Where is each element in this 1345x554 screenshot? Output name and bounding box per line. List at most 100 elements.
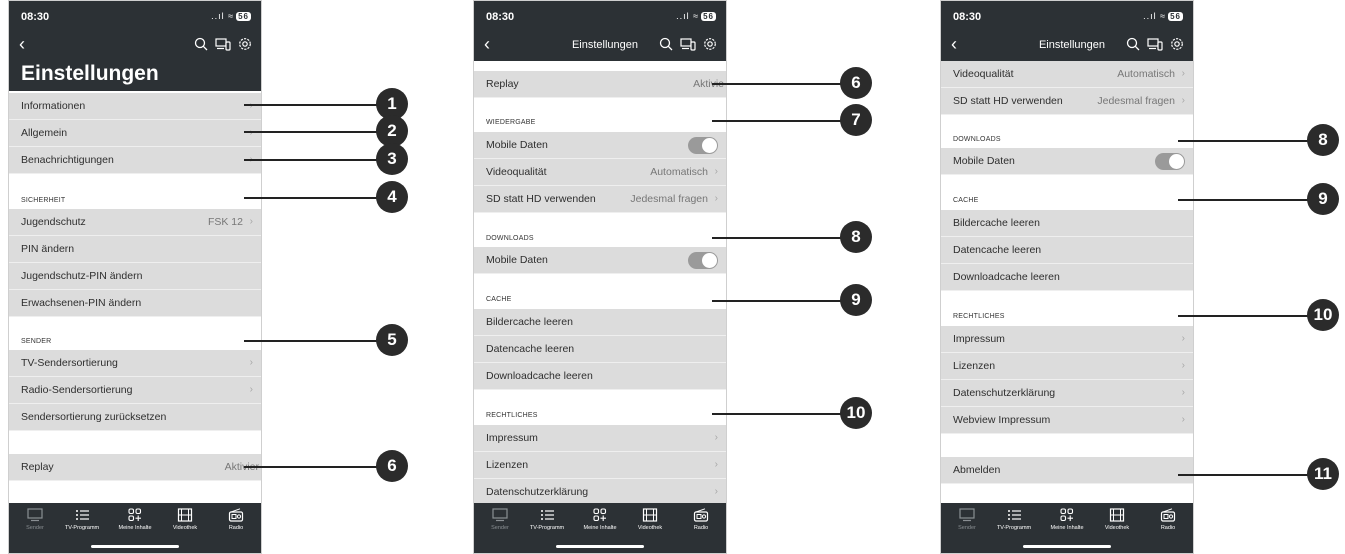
tab-label: Meine Inhalte (1050, 525, 1084, 531)
settings-item-datencache[interactable]: Datencache leeren (474, 336, 726, 363)
settings-item-abmelden[interactable]: Abmelden (941, 457, 1193, 484)
settings-item-radio-sendersortierung[interactable]: Radio-Sendersortierung › (9, 377, 261, 404)
settings-item-webview-impressum[interactable]: Webview Impressum › (941, 407, 1193, 434)
chevron-right-icon: › (714, 459, 718, 470)
tab-videothek[interactable]: Videothek (163, 508, 207, 531)
tab-tv-programm[interactable]: TV-Programm (525, 508, 569, 531)
settings-item-sd-statt-hd[interactable]: SD statt HD verwenden Jedesmal fragen › (474, 186, 726, 213)
devices-icon[interactable] (215, 36, 231, 52)
settings-item-downloads-mobile-daten[interactable]: Mobile Daten (474, 247, 726, 274)
settings-item-datenschutz[interactable]: Datenschutzerklärung › (474, 479, 726, 506)
settings-item-sd-statt-hd[interactable]: SD statt HD verwenden Jedesmal fragen › (941, 88, 1193, 115)
signal-icon: ..ıl (1143, 11, 1157, 21)
status-bar: 08:30 ..ıl ≈56 (9, 1, 261, 29)
tab-meine-inhalte[interactable]: Meine Inhalte (113, 508, 157, 531)
downloads-mobile-daten-toggle[interactable] (688, 252, 718, 269)
settings-item-tv-sendersortierung[interactable]: TV-Sendersortierung › (9, 350, 261, 377)
gear-icon[interactable] (702, 36, 718, 52)
callout-badge-3: 3 (376, 143, 408, 175)
settings-item-jugendschutz[interactable]: Jugendschutz FSK 12 › (9, 209, 261, 236)
settings-item-datenschutz[interactable]: Datenschutzerklärung › (941, 380, 1193, 407)
tab-radio[interactable]: Radio (679, 508, 723, 531)
chevron-right-icon: › (1181, 333, 1185, 344)
settings-item-datencache[interactable]: Datencache leeren (941, 237, 1193, 264)
devices-icon[interactable] (680, 36, 696, 52)
chevron-right-icon: › (1181, 95, 1185, 106)
settings-item-mobile-daten[interactable]: Mobile Daten (474, 132, 726, 159)
tab-meine-inhalte[interactable]: Meine Inhalte (578, 508, 622, 531)
settings-item-benachrichtigungen[interactable]: Benachrichtigungen› (9, 147, 261, 174)
gear-icon[interactable] (237, 36, 253, 52)
chevron-right-icon: › (714, 486, 718, 497)
tab-sender[interactable]: Sender (13, 508, 57, 531)
search-icon[interactable] (658, 36, 674, 52)
section-label-wiedergabe: WIEDERGABE (486, 119, 536, 126)
settings-item-label: Datenschutzerklärung (953, 387, 1056, 399)
settings-item-videoqualitaet[interactable]: Videoqualität Automatisch › (474, 159, 726, 186)
settings-item-value: Jedesmal fragen (1097, 95, 1175, 107)
status-bar: 08:30 ..ıl ≈56 (941, 1, 1193, 29)
tab-tv-programm[interactable]: TV-Programm (992, 508, 1036, 531)
back-icon[interactable]: ‹ (19, 35, 25, 53)
tab-radio[interactable]: Radio (1146, 508, 1190, 531)
settings-item-downloads-mobile-daten[interactable]: Mobile Daten (941, 148, 1193, 175)
callout-badge-4: 4 (376, 181, 408, 213)
gear-icon[interactable] (1169, 36, 1185, 52)
settings-item-informationen[interactable]: Informationen › (9, 93, 261, 120)
chevron-right-icon: › (1181, 414, 1185, 425)
settings-item-pin-aendern[interactable]: PIN ändern (9, 236, 261, 263)
settings-item-impressum[interactable]: Impressum › (941, 326, 1193, 353)
tab-label: Radio (693, 525, 709, 531)
chevron-right-icon: › (250, 120, 253, 146)
settings-item-downloadcache[interactable]: Downloadcache leeren (941, 264, 1193, 291)
tab-label: Sender (26, 525, 44, 531)
settings-item-jugendschutz-pin[interactable]: Jugendschutz-PIN ändern (9, 263, 261, 290)
settings-item-label: SD statt HD verwenden (486, 193, 596, 205)
downloads-mobile-daten-toggle[interactable] (1155, 153, 1185, 170)
settings-item-downloadcache[interactable]: Downloadcache leeren (474, 363, 726, 390)
settings-item-replay[interactable]: Replay Aktivier (9, 454, 261, 481)
tab-label: Radio (1160, 525, 1176, 531)
tab-label: TV-Programm (529, 525, 565, 531)
chevron-right-icon: › (714, 193, 718, 204)
battery-icon: 56 (236, 12, 251, 21)
callout-line (712, 237, 842, 239)
tab-videothek[interactable]: Videothek (628, 508, 672, 531)
settings-item-bildercache[interactable]: Bildercache leeren (941, 210, 1193, 237)
callout-badge-6: 6 (840, 67, 872, 99)
tab-label: Videothek (172, 525, 198, 531)
mobile-daten-toggle[interactable] (688, 137, 718, 154)
battery-icon: 56 (1168, 12, 1183, 21)
settings-item-label: Mobile Daten (486, 254, 548, 266)
search-icon[interactable] (1125, 36, 1141, 52)
phone-screen-2: 08:30 ..ıl ≈56 ‹ Einstellungen Replay Akt… (473, 0, 727, 554)
header: 08:30 ..ıl ≈56 ‹ Einstellungen (474, 1, 726, 61)
tab-meine-inhalte[interactable]: Meine Inhalte (1045, 508, 1089, 531)
tab-sender[interactable]: Sender (945, 508, 989, 531)
settings-item-lizenzen[interactable]: Lizenzen › (474, 452, 726, 479)
tab-tv-programm[interactable]: TV-Programm (60, 508, 104, 531)
settings-item-label: Lizenzen (486, 459, 529, 471)
settings-item-sendersortierung-reset[interactable]: Sendersortierung zurücksetzen (9, 404, 261, 431)
settings-item-erwachsenen-pin[interactable]: Erwachsenen-PIN ändern (9, 290, 261, 317)
tab-radio[interactable]: Radio (214, 508, 258, 531)
settings-item-value: Jedesmal fragen (630, 193, 708, 205)
settings-item-label: Datencache leeren (953, 244, 1042, 256)
wifi-icon: ≈ (1160, 11, 1167, 21)
settings-item-lizenzen[interactable]: Lizenzen › (941, 353, 1193, 380)
callout-badge-6: 6 (376, 450, 408, 482)
tab-label: TV-Programm (64, 525, 100, 531)
settings-item-label: Datenschutzerklärung (486, 486, 589, 498)
tab-videothek[interactable]: Videothek (1095, 508, 1139, 531)
section-label-cache: CACHE (486, 296, 512, 303)
settings-item-replay[interactable]: Replay Aktivie (474, 71, 726, 98)
settings-item-bildercache[interactable]: Bildercache leeren (474, 309, 726, 336)
devices-icon[interactable] (1147, 36, 1163, 52)
search-icon[interactable] (193, 36, 209, 52)
tab-sender[interactable]: Sender (478, 508, 522, 531)
settings-item-impressum[interactable]: Impressum › (474, 425, 726, 452)
callout-badge-9: 9 (840, 284, 872, 316)
tab-bar: Sender TV-Programm Meine Inhalte Videoth… (941, 503, 1193, 553)
settings-item-videoqualitaet[interactable]: Videoqualität Automatisch › (941, 61, 1193, 88)
settings-item-allgemein[interactable]: Allgemein › (9, 120, 261, 147)
